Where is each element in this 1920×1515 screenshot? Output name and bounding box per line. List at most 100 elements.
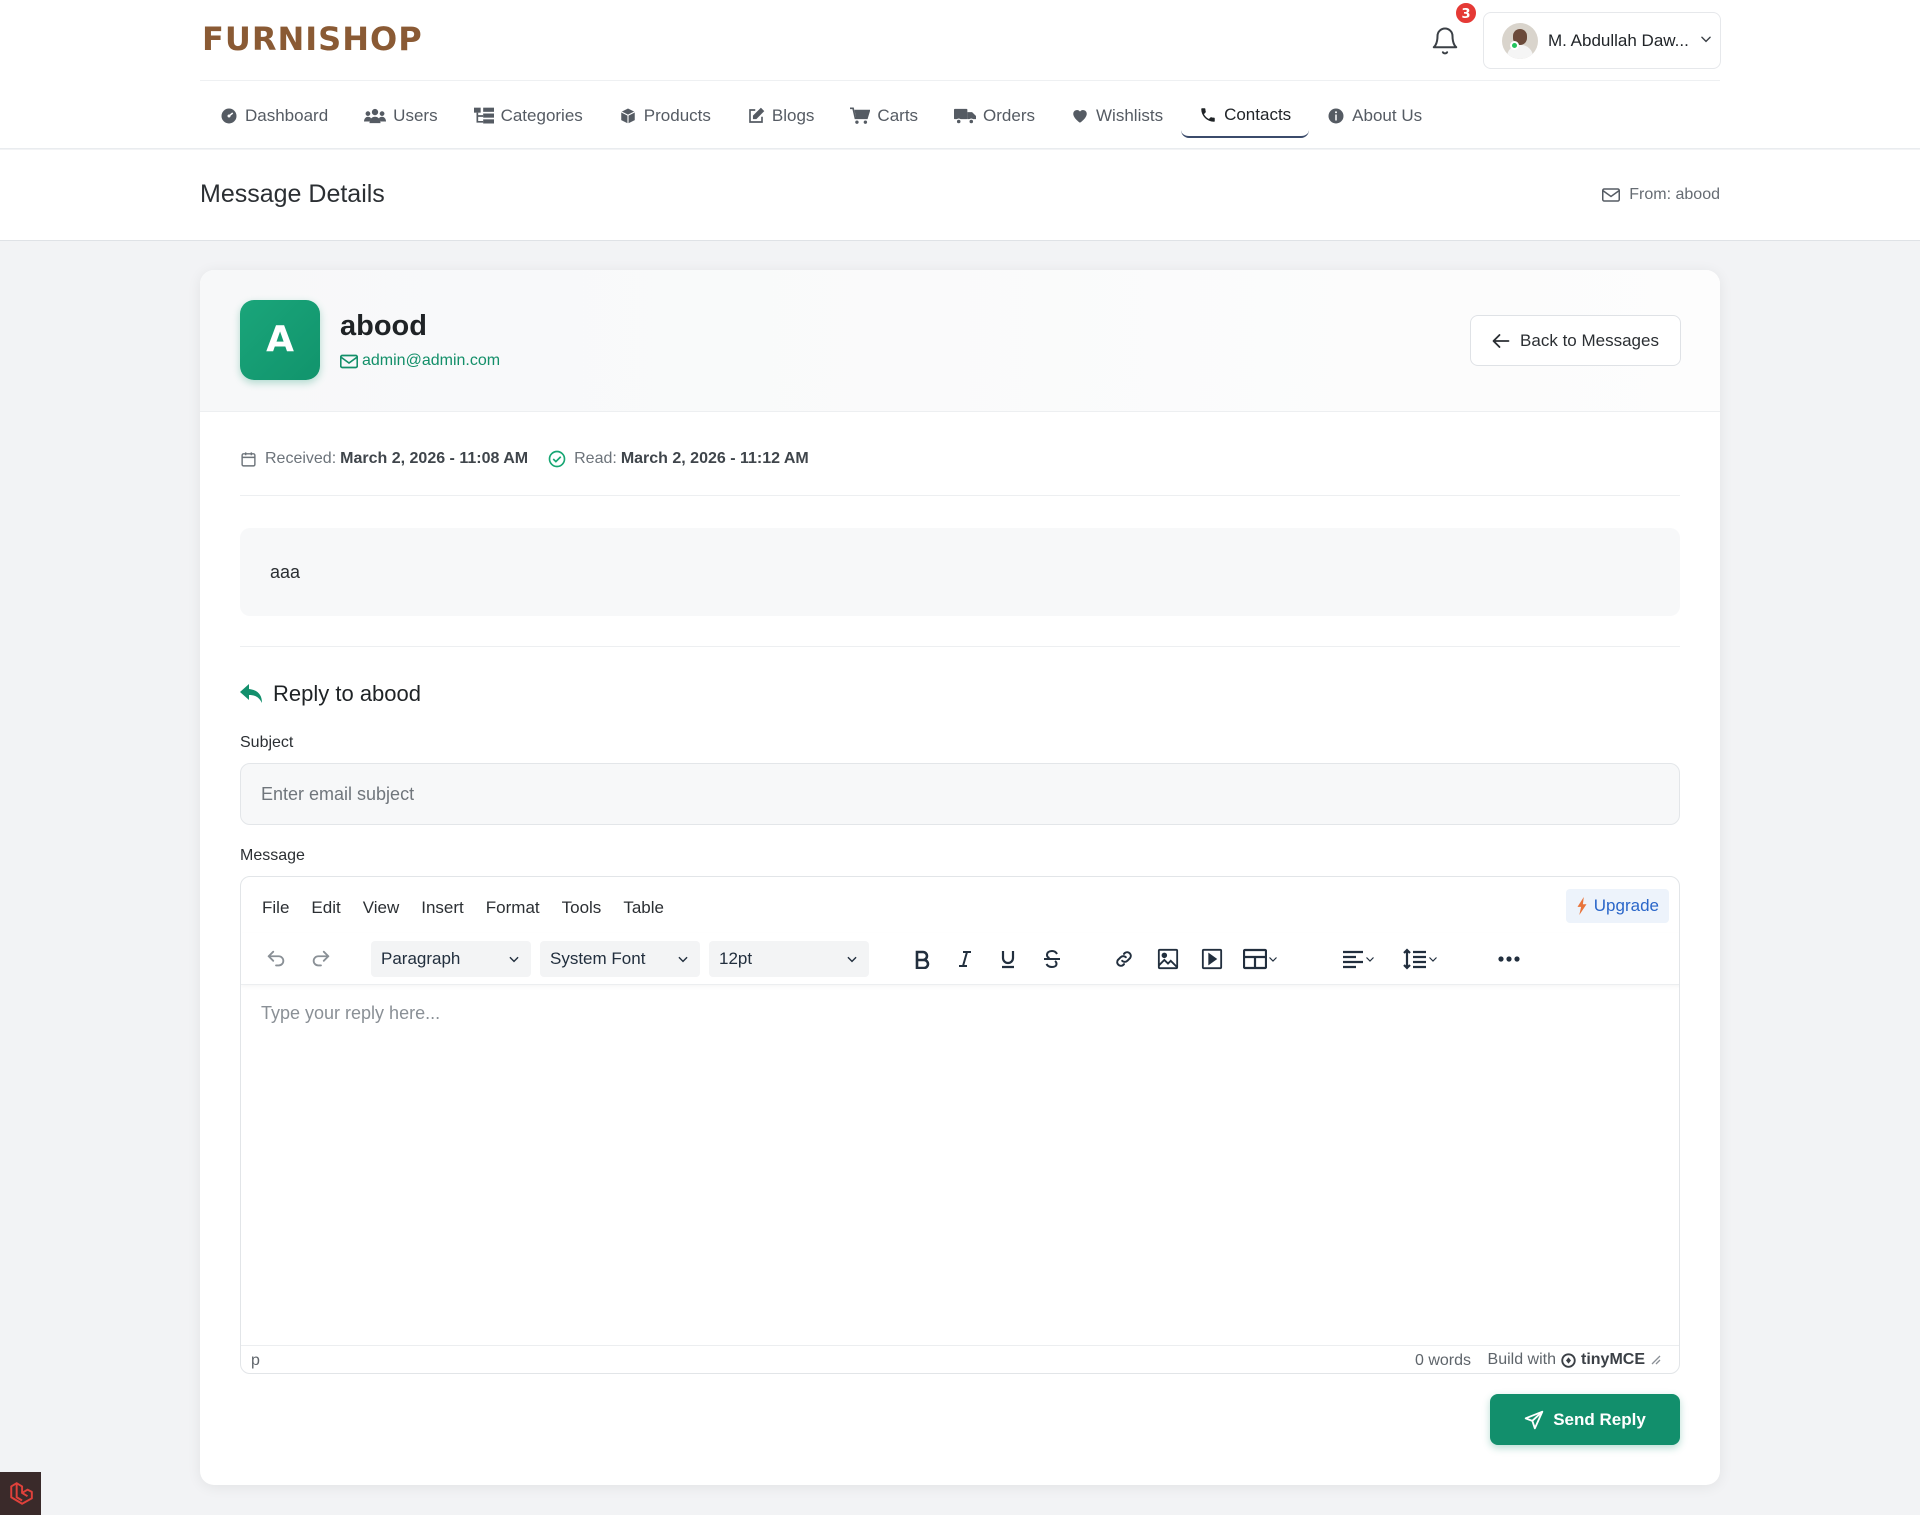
chevron-down-icon xyxy=(847,956,857,963)
message-body: aaa xyxy=(240,528,1680,616)
back-button-label: Back to Messages xyxy=(1520,330,1659,350)
menu-file[interactable]: File xyxy=(251,891,300,925)
subject-label: Subject xyxy=(240,734,294,751)
nav-item-carts[interactable]: Carts xyxy=(832,94,936,138)
sender-email[interactable]: admin@admin.com xyxy=(340,352,500,370)
read-label: Read: xyxy=(574,450,617,467)
send-reply-label: Send Reply xyxy=(1553,1409,1646,1429)
nav-item-products[interactable]: Products xyxy=(601,94,729,138)
media-icon[interactable] xyxy=(1195,941,1229,977)
subject-input[interactable] xyxy=(240,763,1680,825)
box-icon xyxy=(620,108,635,124)
image-icon[interactable] xyxy=(1151,941,1185,977)
check-circle-icon xyxy=(548,450,566,468)
chevron-down-icon xyxy=(1366,957,1374,962)
chevron-down-icon xyxy=(1699,31,1713,50)
categories-icon xyxy=(473,107,494,124)
heart-icon xyxy=(1073,110,1087,123)
element-path[interactable]: p xyxy=(251,1352,260,1370)
calendar-icon xyxy=(241,451,256,467)
nav-label: Carts xyxy=(877,106,919,125)
font-size-value: 12pt xyxy=(719,949,753,968)
editor-content-area[interactable]: Type your reply here... xyxy=(241,985,1679,1345)
word-count[interactable]: 0 words xyxy=(1415,1352,1471,1370)
from-text: From: abood xyxy=(1629,186,1720,203)
user-name: M. Abdullah Daw... xyxy=(1548,30,1689,50)
nav-item-dashboard[interactable]: Dashboard xyxy=(202,94,346,138)
envelope-icon xyxy=(1602,188,1621,202)
nav-item-wishlists[interactable]: Wishlists xyxy=(1053,94,1181,138)
received-label: Received: xyxy=(265,450,337,467)
nav-item-categories[interactable]: Categories xyxy=(456,94,601,138)
dashboard-icon xyxy=(221,108,237,124)
arrow-left-icon xyxy=(1492,333,1510,348)
reply-section-title: Reply to abood xyxy=(240,681,421,707)
menu-view[interactable]: View xyxy=(352,891,411,925)
nav-item-users[interactable]: Users xyxy=(346,94,455,138)
users-icon xyxy=(364,108,387,124)
undo-icon[interactable] xyxy=(259,941,293,977)
upgrade-button[interactable]: Upgrade xyxy=(1565,889,1669,923)
bold-icon[interactable] xyxy=(905,941,939,977)
notification-badge: 3 xyxy=(1454,1,1478,25)
resize-handle-icon[interactable] xyxy=(1651,1355,1661,1365)
menu-tools[interactable]: Tools xyxy=(551,891,613,925)
nav-label: Orders xyxy=(983,106,1036,125)
edit-icon xyxy=(749,107,765,123)
framework-logo-icon[interactable] xyxy=(0,1472,41,1515)
sender-name: abood xyxy=(340,310,427,342)
more-icon[interactable] xyxy=(1491,941,1527,977)
nav-item-about-us[interactable]: About Us xyxy=(1309,94,1440,138)
page-title: Message Details xyxy=(200,180,385,208)
editor-statusbar: p 0 words Build with tinyMCE xyxy=(241,1345,1679,1373)
rich-text-editor: File Edit View Insert Format Tools Table… xyxy=(240,876,1680,1374)
menu-format[interactable]: Format xyxy=(475,891,551,925)
font-family-select[interactable]: System Font xyxy=(540,941,700,977)
strikethrough-icon[interactable] xyxy=(1035,941,1069,977)
chevron-down-icon xyxy=(678,956,688,963)
send-reply-button[interactable]: Send Reply xyxy=(1490,1394,1680,1445)
chevron-down-icon xyxy=(1429,957,1437,962)
nav-label: Blogs xyxy=(771,106,815,125)
nav-label: Wishlists xyxy=(1096,106,1164,125)
menu-insert[interactable]: Insert xyxy=(410,891,475,925)
brand-logo[interactable]: FURNISHOP xyxy=(202,20,423,58)
align-icon[interactable] xyxy=(1335,941,1383,977)
editor-menubar: File Edit View Insert Format Tools Table xyxy=(251,891,675,925)
bell-icon[interactable] xyxy=(1430,26,1460,56)
editor-placeholder: Type your reply here... xyxy=(261,1003,441,1023)
nav-item-contacts[interactable]: Contacts xyxy=(1181,94,1310,138)
user-menu-dropdown[interactable]: M. Abdullah Daw... xyxy=(1483,12,1721,69)
page-header: Message Details From: abood xyxy=(0,150,1920,241)
online-status-dot xyxy=(1510,41,1519,50)
nav-item-orders[interactable]: Orders xyxy=(936,94,1053,138)
back-to-messages-button[interactable]: Back to Messages xyxy=(1470,315,1681,366)
nav-label: Users xyxy=(393,106,438,125)
divider xyxy=(240,646,1680,647)
nav-label: Products xyxy=(643,106,711,125)
font-size-select[interactable]: 12pt xyxy=(709,941,869,977)
message-card: A abood admin@admin.com Back to Messages… xyxy=(200,270,1720,1485)
tinymce-branding[interactable]: Build with tinyMCE xyxy=(1488,1351,1661,1369)
block-format-select[interactable]: Paragraph xyxy=(371,941,531,977)
redo-icon[interactable] xyxy=(304,941,338,977)
editor-toolbar: Paragraph System Font 12pt xyxy=(241,933,1679,985)
line-height-icon[interactable] xyxy=(1397,941,1445,977)
menu-table[interactable]: Table xyxy=(612,891,675,925)
read-value: March 2, 2026 - 11:12 AM xyxy=(620,450,809,467)
chevron-down-icon xyxy=(1269,957,1277,962)
message-card-header: A abood admin@admin.com Back to Messages xyxy=(200,270,1720,412)
table-icon[interactable] xyxy=(1237,941,1285,977)
font-family-value: System Font xyxy=(550,949,646,968)
nav-label: About Us xyxy=(1352,106,1423,125)
nav-item-blogs[interactable]: Blogs xyxy=(729,94,833,138)
avatar xyxy=(1502,22,1538,59)
link-icon[interactable] xyxy=(1107,941,1141,977)
divider xyxy=(240,495,1680,496)
reply-icon xyxy=(240,684,262,703)
chevron-down-icon xyxy=(509,956,519,963)
italic-icon[interactable] xyxy=(948,941,982,977)
info-icon xyxy=(1328,108,1344,124)
underline-icon[interactable] xyxy=(991,941,1025,977)
menu-edit[interactable]: Edit xyxy=(300,891,351,925)
